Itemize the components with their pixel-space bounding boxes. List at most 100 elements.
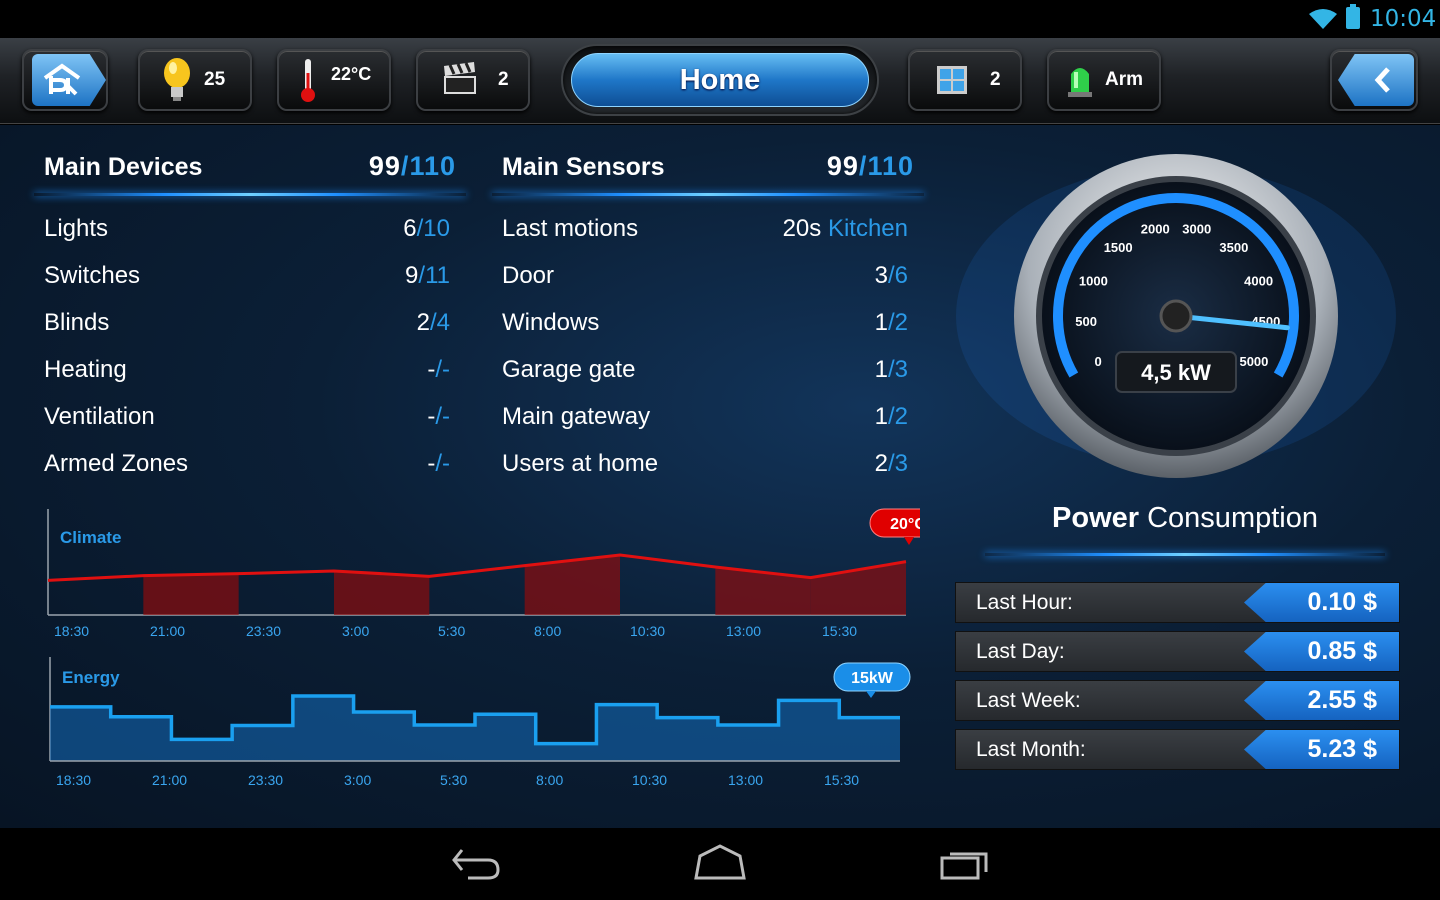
dashboard-panel: Main Devices 99/110 Lights 6/10 Switches 9/… (0, 125, 1440, 828)
chevron-left-icon (1374, 67, 1390, 93)
thermometer-icon (301, 59, 315, 102)
tick-label: 3:00 (344, 772, 371, 788)
tick-label: 5:30 (440, 772, 467, 788)
back-button[interactable] (1330, 49, 1418, 111)
tick-label: 21:00 (150, 623, 185, 639)
sensor-value: 2/3 (874, 450, 908, 477)
menu-logo-button[interactable] (22, 49, 108, 111)
tick-label: 23:30 (246, 623, 281, 639)
clock: 10:04 (1370, 6, 1437, 32)
alarm-light-icon (1068, 68, 1092, 97)
device-label: Blinds (44, 309, 110, 336)
temperature-value: 22°C (331, 63, 372, 84)
sensor-label: Windows (502, 309, 600, 336)
temperature-button[interactable]: 22°C (277, 49, 391, 111)
device-row[interactable]: Switches 9/11 (44, 260, 450, 307)
house-logo-icon (32, 54, 106, 106)
tick-label: 8:00 (536, 772, 563, 788)
gauge-tick-label: 5000 (1239, 354, 1268, 369)
energy-current-label: 15kW (851, 670, 894, 687)
cost-row: Last Month: 5.23 $ (955, 729, 1400, 770)
cost-label: Last Month: (976, 738, 1086, 761)
device-row[interactable]: Blinds 2/4 (44, 307, 450, 354)
device-row[interactable]: Ventilation -/- (44, 401, 450, 448)
main-devices-count: 99/110 (368, 151, 456, 181)
device-label: Ventilation (44, 403, 155, 430)
clapperboard-icon (444, 62, 476, 94)
alarm-label: Arm (1105, 69, 1144, 90)
cost-label: Last Day: (976, 640, 1065, 663)
main-sensors-list: Last motions 20s Kitchen Door 3/6 Windows 1/2… (502, 213, 908, 495)
climate-area-segment (143, 573, 239, 615)
status-bar: 10:04 (0, 0, 1440, 38)
main-devices-header: Main Devices 99/110 (34, 151, 466, 196)
main-devices-list: Lights 6/10 Switches 9/11 Blinds 2/4 Heating -/… (44, 213, 450, 495)
tick-label: 10:30 (632, 772, 667, 788)
device-row[interactable]: Lights 6/10 (44, 213, 450, 260)
gauge-tick-label: 2000 (1141, 221, 1170, 236)
device-row[interactable]: Heating -/- (44, 354, 450, 401)
home-nav-icon[interactable] (692, 842, 748, 886)
sensor-row[interactable]: Users at home 2/3 (502, 448, 908, 495)
sensor-value: 20s Kitchen (782, 215, 908, 242)
home-button[interactable]: Home (561, 44, 879, 116)
sensor-value: 1/3 (874, 356, 908, 383)
gauge-tick-label: 1000 (1079, 273, 1108, 288)
device-row[interactable]: Armed Zones -/- (44, 448, 450, 495)
sensor-label: Last motions (502, 215, 639, 242)
cost-row: Last Hour: 0.10 $ (955, 582, 1400, 623)
tick-label: 5:30 (438, 623, 465, 639)
gauge-tick-label: 3500 (1219, 240, 1248, 255)
system-nav-bar (0, 828, 1440, 900)
lightbulb-icon (164, 58, 190, 101)
sensor-value: 1/2 (874, 309, 908, 336)
device-value: -/- (427, 450, 450, 477)
energy-title: Energy (62, 668, 120, 687)
sensor-value: 1/2 (874, 403, 908, 430)
gauge-tick-label: 3000 (1182, 221, 1211, 236)
sensor-row[interactable]: Garage gate 1/3 (502, 354, 908, 401)
sensor-row[interactable]: Door 3/6 (502, 260, 908, 307)
main-sensors-header: Main Sensors 99/110 (492, 151, 924, 196)
tick-label: 8:00 (534, 623, 561, 639)
energy-area (50, 696, 900, 761)
tick-label: 15:30 (822, 623, 857, 639)
recent-apps-icon[interactable] (938, 842, 992, 886)
sensor-label: Door (502, 262, 555, 289)
wifi-icon (1309, 9, 1337, 29)
tick-label: 18:30 (56, 772, 91, 788)
device-value: -/- (427, 403, 450, 430)
cost-value: 2.55 $ (1244, 681, 1399, 720)
device-value: 6/10 (403, 215, 450, 242)
callout-pointer (904, 537, 914, 545)
tick-label: 21:00 (152, 772, 187, 788)
cost-value: 0.10 $ (1244, 583, 1399, 622)
cost-value: 0.85 $ (1244, 632, 1399, 671)
gauge-tick-label: 1500 (1104, 240, 1133, 255)
sensor-row[interactable]: Last motions 20s Kitchen (502, 213, 908, 260)
cost-row: Last Day: 0.85 $ (955, 631, 1400, 672)
tick-label: 13:00 (726, 623, 761, 639)
energy-chart: Energy 18:30 21:00 23:30 3:00 5:30 8:00 10:30 13… (40, 653, 920, 798)
tick-label: 15:30 (824, 772, 859, 788)
lights-button[interactable]: 25 (138, 49, 252, 111)
main-sensors-count: 99/110 (826, 151, 914, 181)
main-sensors-title: Main Sensors (502, 153, 665, 181)
device-value: 9/11 (405, 262, 450, 289)
lights-count: 25 (204, 69, 226, 90)
cost-label: Last Hour: (976, 591, 1073, 614)
scenes-button[interactable]: 2 (416, 49, 530, 111)
device-label: Switches (44, 262, 141, 289)
tick-label: 3:00 (342, 623, 369, 639)
back-nav-icon[interactable] (450, 842, 504, 886)
windows-button[interactable]: 2 (908, 49, 1022, 111)
sensor-row[interactable]: Main gateway 1/2 (502, 401, 908, 448)
tick-label: 13:00 (728, 772, 763, 788)
sensor-row[interactable]: Windows 1/2 (502, 307, 908, 354)
gauge-readout: 4,5 kW (1141, 360, 1211, 385)
alarm-arm-button[interactable]: Arm (1047, 49, 1161, 111)
top-toolbar: 25 22°C 2 Home 2 Arm (0, 38, 1440, 124)
main-devices-title: Main Devices (44, 153, 203, 181)
gauge-tick-label: 4000 (1244, 273, 1273, 288)
callout-pointer (866, 691, 876, 698)
